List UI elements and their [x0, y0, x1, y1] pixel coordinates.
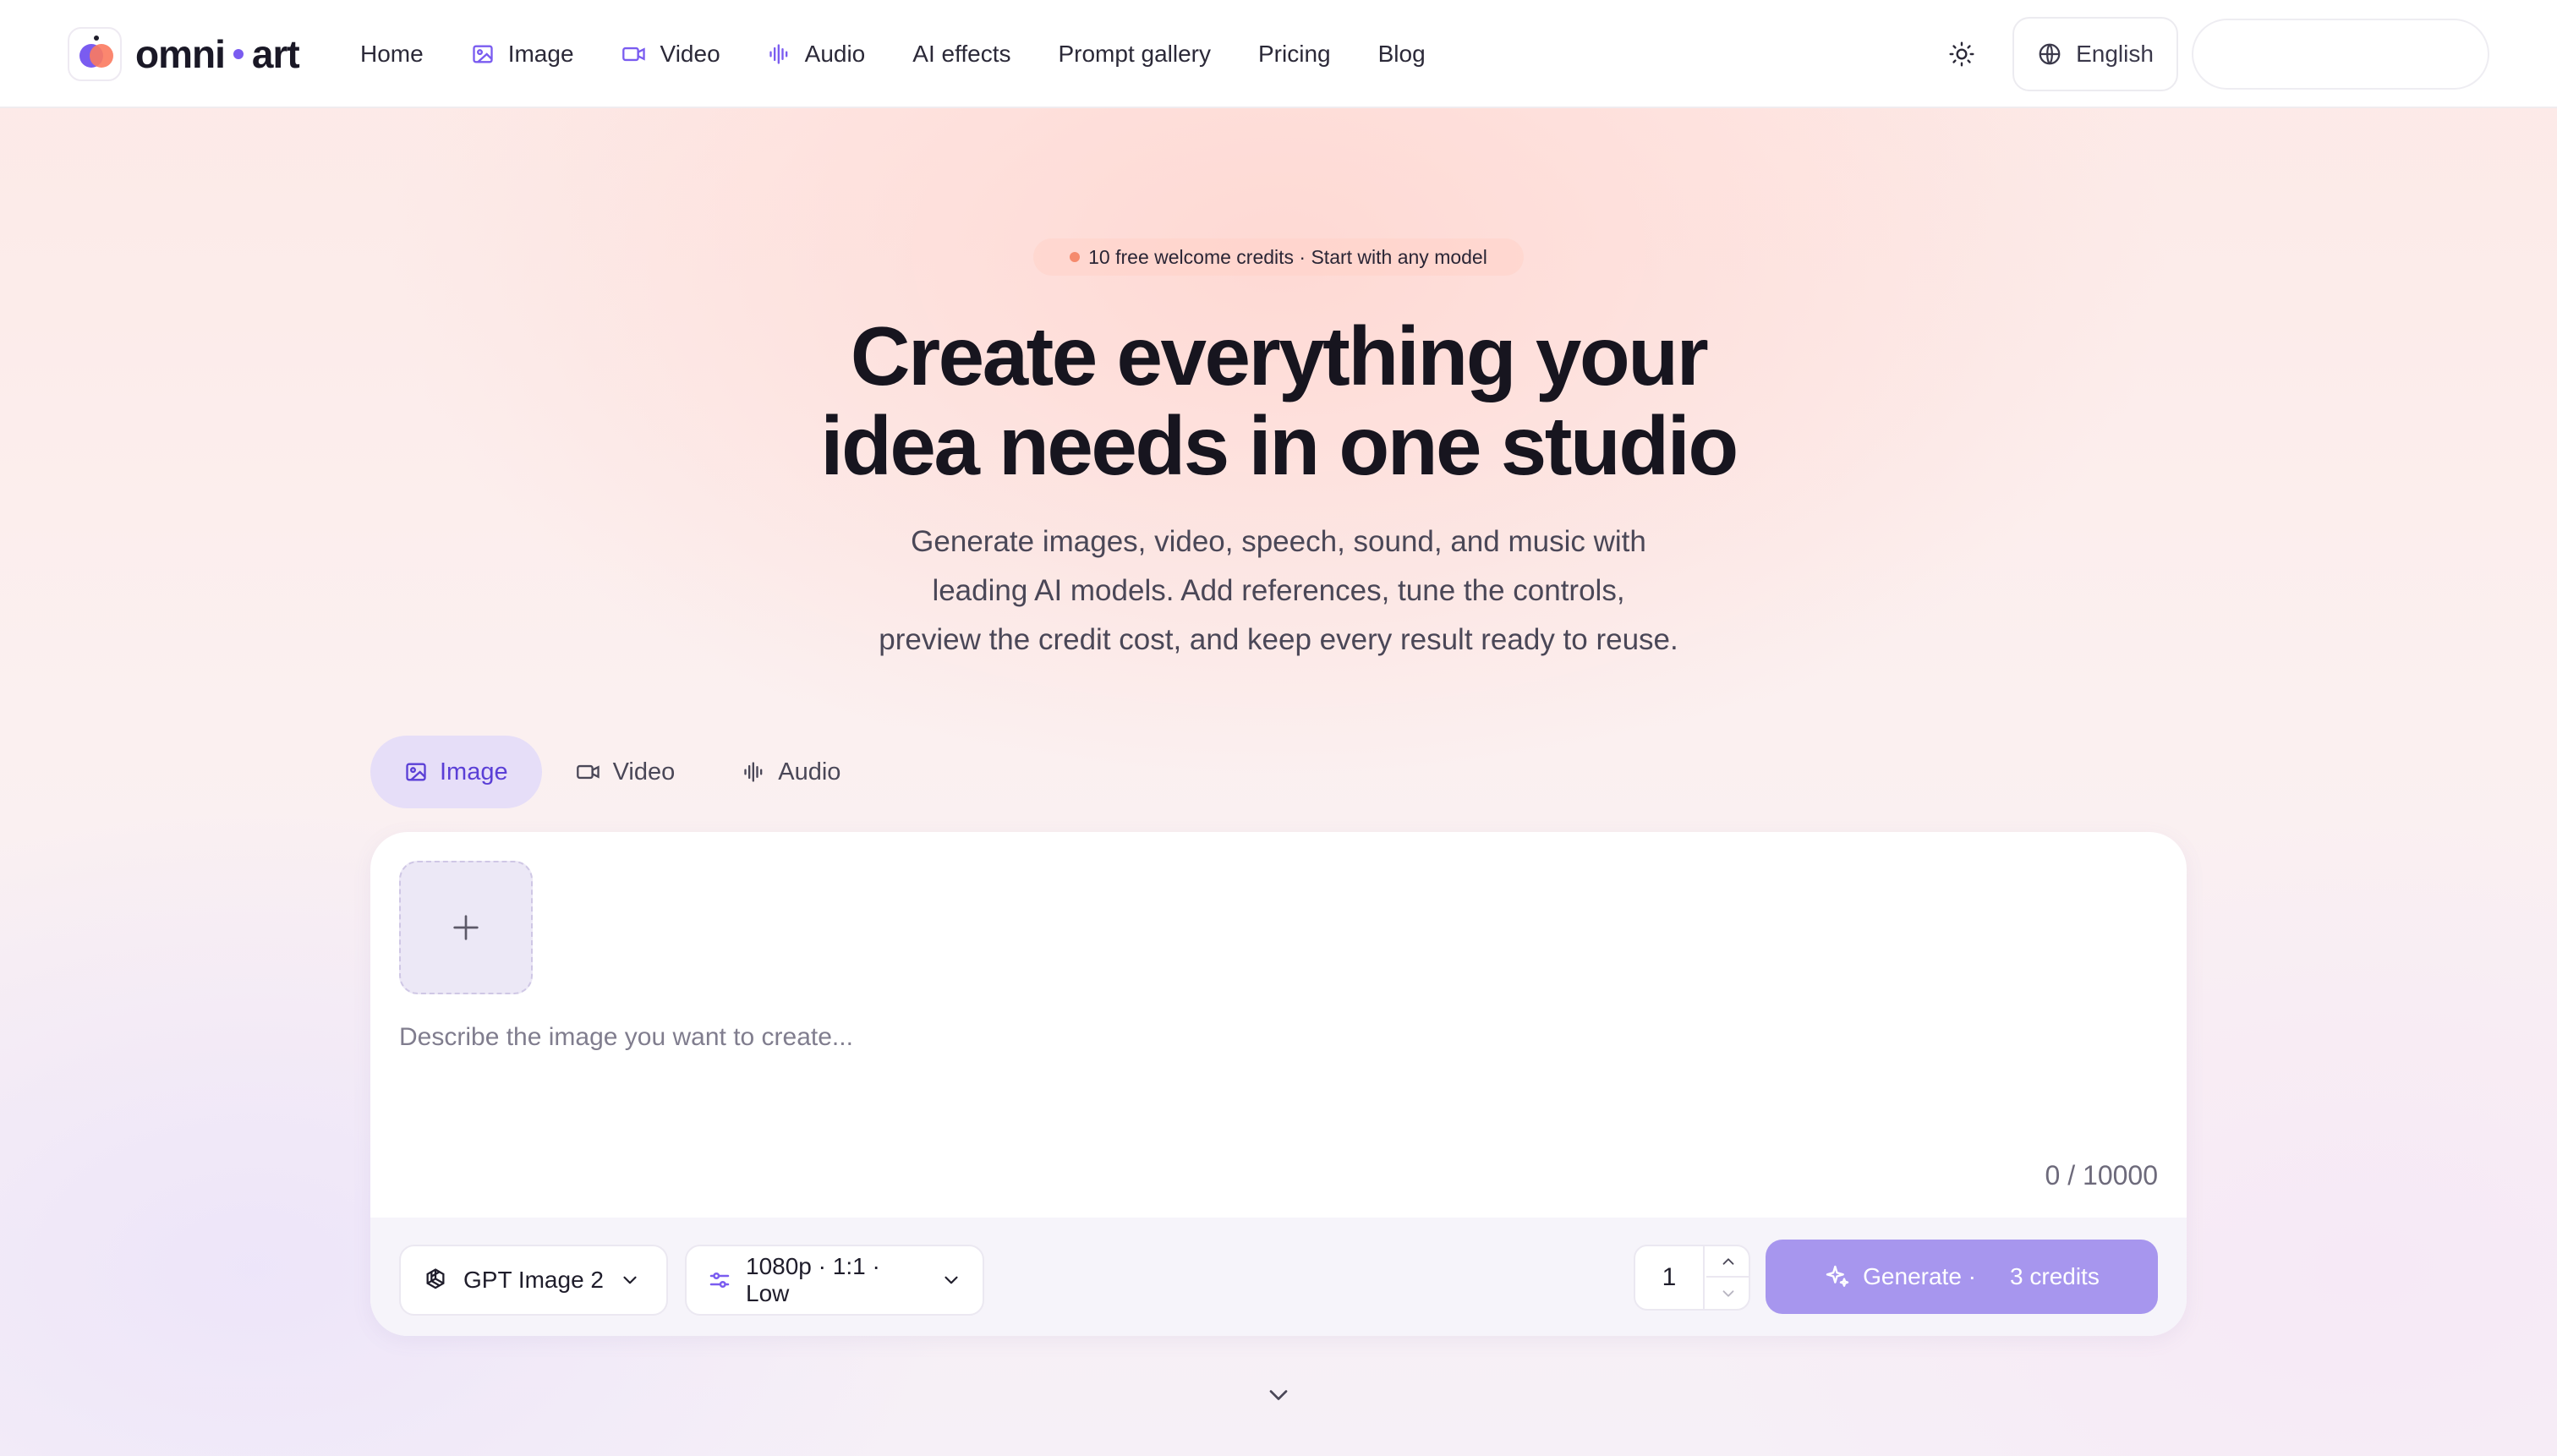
quantity-increment-button[interactable]: [1706, 1246, 1749, 1278]
nav-ai-effects-label: AI effects: [912, 41, 1011, 67]
generate-credits: 3 credits: [2010, 1263, 2100, 1289]
theme-toggle-button[interactable]: [1941, 34, 1982, 74]
logo-mark-icon: [68, 27, 122, 81]
quantity-decrement-button[interactable]: [1706, 1278, 1749, 1309]
sliders-icon: [709, 1273, 730, 1289]
chevron-up-icon: [1722, 1257, 1734, 1265]
tab-audio-label: Audio: [778, 758, 841, 785]
generate-label: Generate ·: [1863, 1263, 1977, 1289]
nav-video-label: Video: [660, 41, 720, 67]
sparkle-icon: [1826, 1265, 1849, 1287]
nav-prompt-gallery-label: Prompt gallery: [1058, 41, 1211, 67]
language-selector[interactable]: English: [2012, 17, 2178, 91]
nav-audio[interactable]: Audio: [768, 41, 866, 68]
badge-dot: [1070, 252, 1081, 262]
nav-pricing-label: Pricing: [1258, 41, 1331, 67]
prompt-composer: 0 / 10000 GPT Image 2 1080p · 1:1 · Low …: [370, 832, 2187, 1336]
nav-blog[interactable]: Blog: [1378, 41, 1426, 68]
nav-video[interactable]: Video: [621, 41, 720, 68]
brand-logo[interactable]: omni art: [68, 27, 300, 81]
sun-icon: [1949, 41, 1974, 67]
hero-title-line-2: idea needs in one studio: [820, 399, 1738, 492]
tab-image-label: Image: [440, 758, 508, 785]
welcome-credits-badge: 10 free welcome credits · Start with any…: [1033, 238, 1524, 276]
hero-title-line-1: Create everything your: [850, 309, 1709, 402]
audio-wave-icon: [769, 44, 787, 64]
nav-image-label: Image: [507, 41, 574, 67]
audio-wave-icon: [744, 762, 763, 782]
top-header: omni art Home Image Video Audio AI effec…: [0, 0, 2557, 108]
model-label: GPT Image 2: [463, 1267, 605, 1293]
generate-button[interactable]: Generate · 3 credits: [1766, 1240, 2158, 1314]
character-count: 0 / 10000: [2045, 1160, 2158, 1191]
hero-sub-line-3: preview the credit cost, and keep every …: [879, 623, 1678, 656]
model-selector[interactable]: GPT Image 2: [399, 1245, 668, 1316]
openai-icon: [426, 1268, 445, 1289]
image-icon: [406, 763, 426, 781]
nav-blog-label: Blog: [1377, 41, 1426, 67]
nav-home-label: Home: [360, 41, 424, 67]
brand-name-left: omni: [135, 32, 226, 76]
hero-sub-line-2: leading AI models. Add references, tune …: [932, 574, 1625, 607]
globe-icon: [2039, 43, 2061, 65]
video-icon: [621, 47, 645, 62]
nav-image[interactable]: Image: [471, 41, 574, 68]
prompt-input[interactable]: [399, 1023, 2158, 1158]
chevron-down-icon: [1722, 1289, 1734, 1297]
media-type-tabs: Image Video Audio: [370, 736, 874, 808]
quantity-stepper: 1: [1634, 1245, 1750, 1311]
hero-sub-line-1: Generate images, video, speech, sound, a…: [911, 525, 1646, 558]
tab-audio[interactable]: Audio: [709, 736, 874, 808]
account-button[interactable]: [2192, 19, 2489, 90]
chevron-down-icon: [1269, 1390, 1288, 1400]
brand-name-right: art: [251, 32, 300, 76]
brand-separator-dot: [233, 49, 244, 59]
chevron-down-icon: [945, 1276, 958, 1284]
generation-settings-selector[interactable]: 1080p · 1:1 · Low: [685, 1245, 984, 1316]
hero-subtitle: Generate images, video, speech, sound, a…: [813, 517, 1744, 665]
main-nav: Home Image Video Audio AI effects Prompt…: [360, 0, 1473, 108]
brand-wordmark: omni art: [135, 31, 300, 77]
tab-video-label: Video: [612, 758, 676, 785]
image-icon: [473, 45, 493, 63]
settings-label: 1080p · 1:1 · Low: [746, 1253, 880, 1306]
scroll-down-indicator[interactable]: [1260, 1377, 1297, 1414]
badge-text: 10 free welcome credits · Start with any…: [1088, 245, 1487, 268]
nav-home[interactable]: Home: [360, 41, 424, 68]
chevron-down-icon: [623, 1276, 637, 1284]
quantity-value[interactable]: 1: [1635, 1246, 1705, 1309]
tab-video[interactable]: Video: [542, 736, 709, 808]
video-icon: [576, 764, 600, 780]
composer-toolbar: GPT Image 2 1080p · 1:1 · Low 1 Generate…: [370, 1218, 2187, 1336]
nav-prompt-gallery[interactable]: Prompt gallery: [1058, 41, 1211, 68]
nav-audio-label: Audio: [804, 41, 866, 67]
tab-image[interactable]: Image: [370, 736, 542, 808]
hero-title: Create everything your idea needs in one…: [687, 311, 1870, 490]
nav-ai-effects[interactable]: AI effects: [912, 41, 1010, 68]
reference-upload-button[interactable]: [399, 861, 533, 994]
language-label: English: [2076, 41, 2154, 67]
plus-icon: [453, 915, 479, 940]
nav-pricing[interactable]: Pricing: [1258, 41, 1331, 68]
